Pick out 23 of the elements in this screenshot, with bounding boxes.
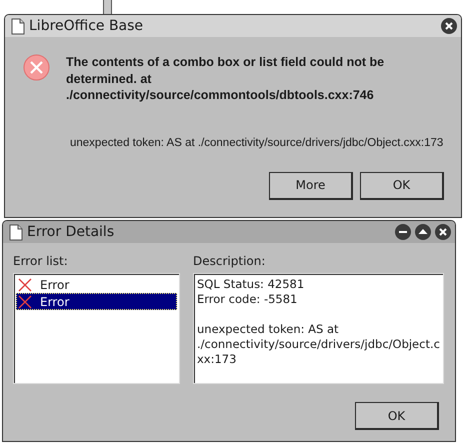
- dialog-button[interactable]: OK: [360, 172, 444, 200]
- window-title: Error Details: [27, 224, 116, 240]
- maximize-icon[interactable]: [415, 224, 431, 240]
- ok-button[interactable]: OK: [355, 402, 439, 430]
- dialog-button[interactable]: More: [269, 172, 353, 200]
- error-list-item[interactable]: Error: [16, 293, 177, 310]
- close-icon[interactable]: [435, 224, 451, 240]
- error-message: The contents of a combo box or list field could not be determined. at ./connectivity/source/commontools/dbtools.cxx:746: [66, 54, 386, 104]
- window-title: LibreOffice Base: [29, 18, 144, 34]
- error-detail: unexpected token: AS at ./connectivity/source/drivers/jdbc/Object.cxx:173: [69, 136, 444, 148]
- error-icon: [18, 278, 32, 292]
- error-icon: [18, 294, 32, 308]
- description-label: Description:: [193, 254, 266, 268]
- close-icon[interactable]: [441, 18, 457, 34]
- document-icon: [11, 18, 25, 34]
- error-list-item[interactable]: Error: [16, 276, 177, 293]
- description-text: unexpected token: AS at ./connectivity/source/drivers/jdbc/Object.cxx:173: [197, 322, 440, 367]
- minimize-icon[interactable]: [395, 224, 411, 240]
- error-list-label: Error list:: [13, 254, 69, 268]
- description-text: SQL Status: 42581 Error code: -5581: [197, 277, 306, 307]
- document-icon: [9, 224, 23, 240]
- error-icon: [23, 54, 50, 81]
- description-field[interactable]: SQL Status: 42581 Error code: -5581 unexpected token: AS at ./connectivity/source/drivers/jdbc/Object.cxx:173: [193, 273, 444, 384]
